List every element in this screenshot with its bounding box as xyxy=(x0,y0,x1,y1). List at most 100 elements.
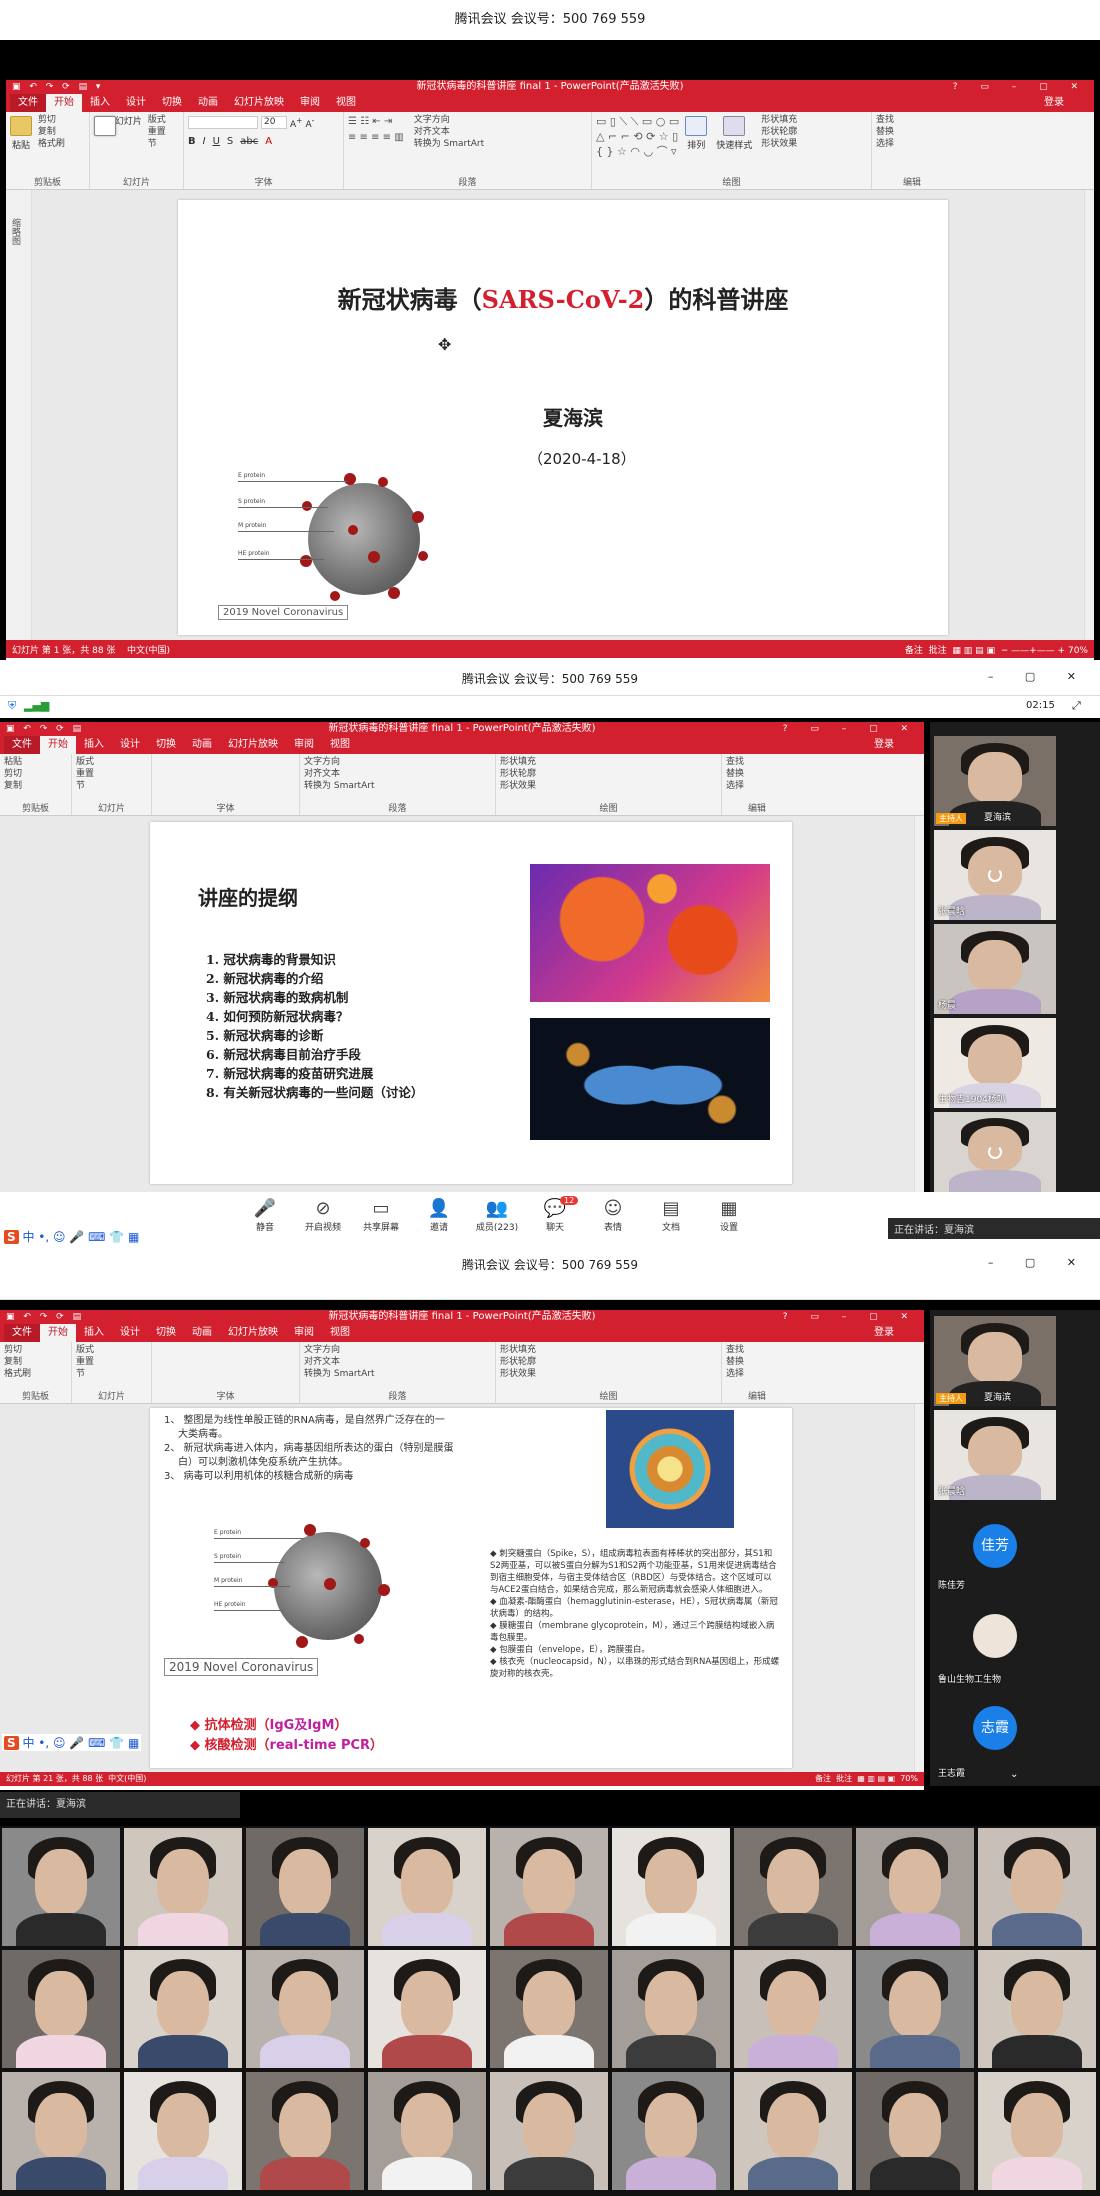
new-slide-button[interactable]: 新建 幻灯片 xyxy=(94,114,142,136)
font-color-icon[interactable]: A xyxy=(265,136,272,147)
tab3-design[interactable]: 设计 xyxy=(112,1324,148,1342)
tab-view[interactable]: 视图 xyxy=(328,94,364,112)
shrink-font-icon[interactable]: A- xyxy=(305,116,314,130)
participant-tile[interactable] xyxy=(934,1112,1056,1192)
tab2-file[interactable]: 文件 xyxy=(4,736,40,754)
shape-outline2-button[interactable]: 形状轮廓 xyxy=(500,768,717,780)
grow-font-icon[interactable]: A+ xyxy=(290,116,302,130)
participant-tile[interactable]: 志霞 王志霞 ⌄ xyxy=(934,1692,1056,1782)
tab3-view[interactable]: 视图 xyxy=(322,1324,358,1342)
tab-slideshow[interactable]: 幻灯片放映 xyxy=(226,94,292,112)
gallery-video-tile[interactable] xyxy=(978,1950,1096,2068)
login-link[interactable]: 登录 xyxy=(1036,94,1072,112)
tab-animations[interactable]: 动画 xyxy=(190,94,226,112)
layout-button[interactable]: 版式 xyxy=(148,114,166,126)
gallery-video-tile[interactable] xyxy=(856,1950,974,2068)
tab3-review[interactable]: 审阅 xyxy=(286,1324,322,1342)
gallery-video-tile[interactable] xyxy=(612,1828,730,1946)
toolbar-button[interactable]: 💬 聊天 12 xyxy=(530,1196,580,1233)
notes-button[interactable]: 备注 xyxy=(905,646,923,656)
gallery-video-tile[interactable] xyxy=(490,1950,608,2068)
reset-button[interactable]: 重置 xyxy=(148,126,166,138)
toolbar-button[interactable]: 🎤 静音 xyxy=(240,1198,290,1233)
layout2-button[interactable]: 版式 xyxy=(76,756,147,768)
smartart3-button[interactable]: 转换为 SmartArt xyxy=(304,1368,491,1380)
gallery-video-tile[interactable] xyxy=(2,1950,120,2068)
cut3-button[interactable]: 剪切 xyxy=(4,1344,67,1356)
gallery-video-tile[interactable] xyxy=(856,1828,974,1946)
participant-tile[interactable]: 主持人 夏海滨 xyxy=(934,736,1056,826)
italic-button[interactable]: I xyxy=(203,136,206,147)
participant-tile[interactable]: 佳芳 陈佳芳 xyxy=(934,1504,1056,1594)
participant-tile[interactable]: 鲁山生物工生物 xyxy=(934,1598,1056,1688)
toolbar-button[interactable]: ☺ 表情 xyxy=(588,1198,638,1233)
shape-effects-button[interactable]: 形状效果 xyxy=(761,138,797,150)
login3-link[interactable]: 登录 xyxy=(866,1324,902,1342)
fullscreen-icon[interactable]: ⤢ xyxy=(1072,699,1081,713)
select-button[interactable]: 选择 xyxy=(876,138,948,150)
reset3-button[interactable]: 重置 xyxy=(76,1356,147,1368)
vertical-scrollbar-3[interactable] xyxy=(914,1404,924,1772)
shape-effects2-button[interactable]: 形状效果 xyxy=(500,780,717,792)
language-indicator[interactable]: 中文(中国) xyxy=(127,646,170,656)
align-text2-button[interactable]: 对齐文本 xyxy=(304,768,491,780)
window-controls-3[interactable]: – ▢ ✕ xyxy=(988,1256,1090,1269)
gallery-video-tile[interactable] xyxy=(124,1950,242,2068)
cut-button[interactable]: 剪切 xyxy=(38,114,65,126)
quick-styles-button[interactable]: 快速样式 xyxy=(716,114,752,159)
tab2-insert[interactable]: 插入 xyxy=(76,736,112,754)
participant-tile[interactable]: 张晨晗 xyxy=(934,830,1056,920)
gallery-video-tile[interactable] xyxy=(124,2072,242,2190)
tab-file[interactable]: 文件 xyxy=(10,94,46,112)
participant-tile[interactable]: 主持人 夏海滨 xyxy=(934,1316,1056,1406)
smartart-button[interactable]: 转换为 SmartArt xyxy=(414,138,484,150)
find-button[interactable]: 查找 xyxy=(876,114,948,126)
tab3-animations[interactable]: 动画 xyxy=(184,1324,220,1342)
shape-fill2-button[interactable]: 形状填充 xyxy=(500,756,717,768)
tab2-animations[interactable]: 动画 xyxy=(184,736,220,754)
layout3-button[interactable]: 版式 xyxy=(76,1344,147,1356)
window-controls-2[interactable]: – ▢ ✕ xyxy=(988,670,1090,683)
tab3-slideshow[interactable]: 幻灯片放映 xyxy=(220,1324,286,1342)
tab2-review[interactable]: 审阅 xyxy=(286,736,322,754)
shape-outline-button[interactable]: 形状轮廓 xyxy=(761,126,797,138)
toolbar-button[interactable]: ▤ 文档 xyxy=(646,1198,696,1233)
paste-button[interactable]: 粘贴 xyxy=(10,114,32,151)
tab-transitions[interactable]: 切换 xyxy=(154,94,190,112)
gallery-video-tile[interactable] xyxy=(246,1950,364,2068)
gallery-video-tile[interactable] xyxy=(368,1950,486,2068)
participant-tile[interactable]: 张晨晗 xyxy=(934,1410,1056,1500)
slide-1[interactable]: 新冠状病毒（SARS-CoV-2）的科普讲座 夏海滨 （2020-4-18） E… xyxy=(178,200,948,635)
copy-button[interactable]: 复制 xyxy=(38,126,65,138)
format-painter3-button[interactable]: 格式刷 xyxy=(4,1368,67,1380)
tab2-design[interactable]: 设计 xyxy=(112,736,148,754)
toolbar-button[interactable]: ▦ 设置 xyxy=(704,1198,754,1233)
view3-buttons[interactable]: ▦ ▥ ▤ ▣ xyxy=(857,1774,895,1783)
gallery-video-tile[interactable] xyxy=(490,1828,608,1946)
tab3-insert[interactable]: 插入 xyxy=(76,1324,112,1342)
window-controls[interactable]: ? ▭ – ▢ ✕ xyxy=(953,80,1088,94)
font-name-select[interactable] xyxy=(188,116,258,129)
tab3-file[interactable]: 文件 xyxy=(4,1324,40,1342)
toolbar-button[interactable]: ▭ 共享屏幕 xyxy=(356,1198,406,1233)
copy3-button[interactable]: 复制 xyxy=(4,1356,67,1368)
select3-button[interactable]: 选择 xyxy=(726,1368,788,1380)
gallery-video-tile[interactable] xyxy=(2,1828,120,1946)
format-painter-button[interactable]: 格式刷 xyxy=(38,138,65,150)
toolbar-button[interactable]: ⊘ 开启视频 xyxy=(298,1198,348,1233)
vertical-scrollbar[interactable] xyxy=(1084,190,1094,640)
section-button[interactable]: 节 xyxy=(148,138,166,150)
zoom-slider[interactable]: − ——+—— + xyxy=(1001,646,1065,656)
select2-button[interactable]: 选择 xyxy=(726,780,788,792)
login2-link[interactable]: 登录 xyxy=(866,736,902,754)
find3-button[interactable]: 查找 xyxy=(726,1344,788,1356)
cut2-button[interactable]: 剪切 xyxy=(4,768,67,780)
gallery-video-tile[interactable] xyxy=(490,2072,608,2190)
list-align-icons[interactable]: ☰ ☷ ⇤ ⇥ ≡ ≡ ≡ ≡ ▥ xyxy=(348,114,404,150)
tab2-transitions[interactable]: 切换 xyxy=(148,736,184,754)
align-text3-button[interactable]: 对齐文本 xyxy=(304,1356,491,1368)
gallery-video-tile[interactable] xyxy=(246,2072,364,2190)
reset2-button[interactable]: 重置 xyxy=(76,768,147,780)
copy2-button[interactable]: 复制 xyxy=(4,780,67,792)
font-size-select[interactable]: 20 xyxy=(261,116,287,129)
